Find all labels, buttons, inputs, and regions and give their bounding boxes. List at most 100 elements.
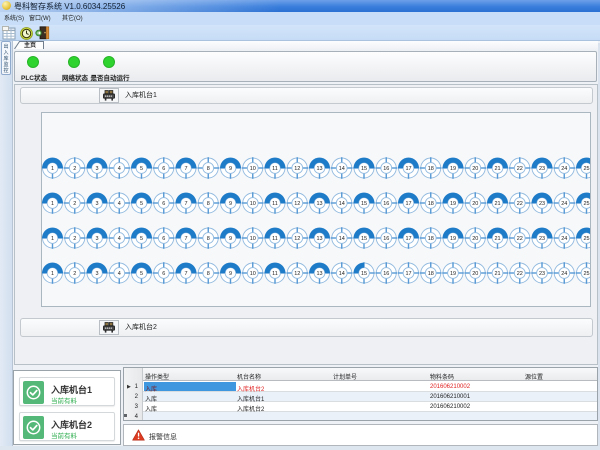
svg-text:24: 24	[561, 236, 567, 242]
svg-text:3: 3	[95, 271, 98, 277]
svg-text:14: 14	[339, 271, 345, 277]
svg-text:3: 3	[95, 201, 98, 207]
svg-text:16: 16	[383, 166, 389, 172]
svg-text:23: 23	[539, 271, 545, 277]
svg-text:6: 6	[162, 201, 165, 207]
svg-text:18: 18	[428, 166, 434, 172]
svg-text:13: 13	[316, 236, 322, 242]
svg-text:25: 25	[583, 271, 589, 277]
svg-text:18: 18	[428, 271, 434, 277]
svg-text:20: 20	[472, 236, 478, 242]
svg-text:5: 5	[140, 271, 143, 277]
svg-text:25: 25	[583, 236, 589, 242]
svg-text:16: 16	[383, 236, 389, 242]
svg-text:16: 16	[383, 201, 389, 207]
svg-text:23: 23	[539, 201, 545, 207]
svg-text:13: 13	[316, 271, 322, 277]
svg-text:11: 11	[272, 236, 278, 242]
svg-text:15: 15	[361, 166, 367, 172]
svg-text:19: 19	[450, 236, 456, 242]
svg-text:20: 20	[472, 201, 478, 207]
svg-text:3: 3	[95, 166, 98, 172]
svg-text:25: 25	[583, 201, 589, 207]
svg-text:4: 4	[118, 201, 121, 207]
svg-text:24: 24	[561, 271, 567, 277]
svg-text:21: 21	[494, 166, 500, 172]
svg-text:10: 10	[250, 201, 256, 207]
svg-text:11: 11	[272, 271, 278, 277]
svg-text:10: 10	[250, 236, 256, 242]
svg-text:24: 24	[561, 166, 567, 172]
svg-text:9: 9	[229, 201, 232, 207]
svg-text:15: 15	[361, 271, 367, 277]
svg-text:2: 2	[73, 201, 76, 207]
svg-text:19: 19	[450, 166, 456, 172]
svg-text:17: 17	[405, 166, 411, 172]
svg-text:16: 16	[383, 271, 389, 277]
svg-text:17: 17	[405, 201, 411, 207]
svg-text:8: 8	[207, 201, 210, 207]
svg-text:12: 12	[294, 236, 300, 242]
svg-text:9: 9	[229, 236, 232, 242]
svg-text:23: 23	[539, 166, 545, 172]
svg-text:21: 21	[494, 236, 500, 242]
svg-text:21: 21	[494, 201, 500, 207]
svg-text:18: 18	[428, 201, 434, 207]
svg-text:4: 4	[118, 166, 121, 172]
svg-text:13: 13	[316, 166, 322, 172]
svg-text:19: 19	[450, 271, 456, 277]
svg-text:22: 22	[517, 271, 523, 277]
svg-text:5: 5	[140, 166, 143, 172]
svg-text:3: 3	[95, 236, 98, 242]
svg-text:14: 14	[339, 166, 345, 172]
svg-text:15: 15	[361, 201, 367, 207]
svg-text:22: 22	[517, 166, 523, 172]
svg-text:8: 8	[207, 236, 210, 242]
svg-text:19: 19	[450, 201, 456, 207]
svg-text:9: 9	[229, 271, 232, 277]
svg-text:1: 1	[51, 271, 54, 277]
svg-text:15: 15	[361, 236, 367, 242]
svg-text:25: 25	[583, 166, 589, 172]
svg-text:14: 14	[339, 201, 345, 207]
svg-text:4: 4	[118, 236, 121, 242]
svg-text:14: 14	[339, 236, 345, 242]
svg-text:2: 2	[73, 271, 76, 277]
svg-text:6: 6	[162, 166, 165, 172]
svg-text:18: 18	[428, 236, 434, 242]
svg-text:21: 21	[494, 271, 500, 277]
svg-text:12: 12	[294, 201, 300, 207]
svg-text:10: 10	[250, 271, 256, 277]
svg-text:7: 7	[184, 201, 187, 207]
svg-text:6: 6	[162, 236, 165, 242]
svg-text:2: 2	[73, 236, 76, 242]
svg-text:8: 8	[207, 166, 210, 172]
svg-text:1: 1	[51, 166, 54, 172]
svg-text:7: 7	[184, 166, 187, 172]
svg-text:12: 12	[294, 166, 300, 172]
svg-text:11: 11	[272, 166, 278, 172]
svg-text:4: 4	[118, 271, 121, 277]
svg-text:7: 7	[184, 236, 187, 242]
svg-text:20: 20	[472, 271, 478, 277]
svg-text:5: 5	[140, 236, 143, 242]
svg-text:1: 1	[51, 236, 54, 242]
svg-text:1: 1	[51, 201, 54, 207]
svg-text:7: 7	[184, 271, 187, 277]
svg-text:10: 10	[250, 166, 256, 172]
svg-text:6: 6	[162, 271, 165, 277]
svg-text:2: 2	[73, 166, 76, 172]
svg-text:17: 17	[405, 236, 411, 242]
svg-text:17: 17	[405, 271, 411, 277]
svg-text:13: 13	[316, 201, 322, 207]
svg-text:8: 8	[207, 271, 210, 277]
svg-text:12: 12	[294, 271, 300, 277]
svg-text:22: 22	[517, 201, 523, 207]
svg-text:5: 5	[140, 201, 143, 207]
svg-text:11: 11	[272, 201, 278, 207]
svg-text:23: 23	[539, 236, 545, 242]
svg-text:9: 9	[229, 166, 232, 172]
svg-text:24: 24	[561, 201, 567, 207]
svg-text:20: 20	[472, 166, 478, 172]
svg-text:22: 22	[517, 236, 523, 242]
